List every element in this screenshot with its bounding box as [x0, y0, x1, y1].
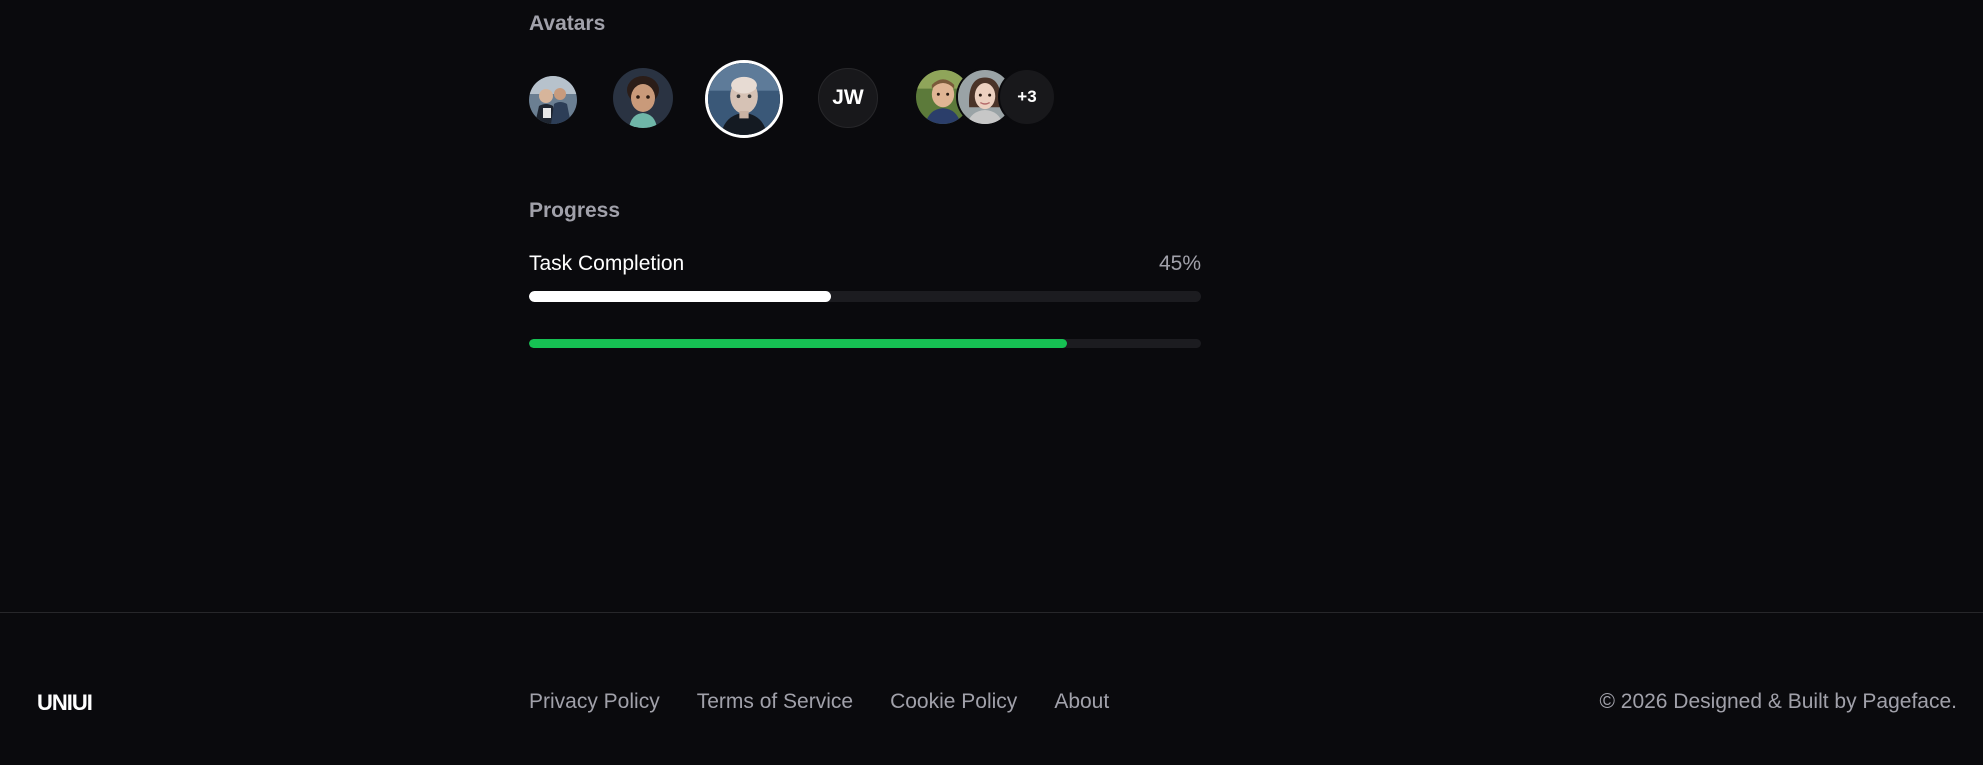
avatar-group[interactable]: +3 [914, 68, 1074, 128]
avatar-initials[interactable]: JW [818, 68, 878, 128]
footer-copyright: © 2026 Designed & Built by Pageface. [1599, 690, 1957, 713]
footer-link-privacy-policy[interactable]: Privacy Policy [529, 690, 660, 714]
progress-section-title: Progress [529, 199, 621, 222]
avatar-row: JW +3 [529, 60, 1201, 138]
task-completion-progress-fill [529, 291, 832, 302]
avatar-medium[interactable] [613, 68, 673, 128]
avatar-large-selected[interactable] [705, 60, 783, 138]
footer-links: Privacy Policy Terms of Service Cookie P… [529, 690, 1109, 714]
avatars-section-title: Avatars [529, 12, 606, 35]
footer-link-terms-of-service[interactable]: Terms of Service [697, 690, 853, 714]
task-completion-progress-bar [529, 291, 1201, 302]
footer-logo[interactable]: UNIUI [37, 690, 93, 716]
task-completion-label: Task Completion [529, 252, 685, 275]
avatar-small[interactable] [529, 76, 577, 124]
avatar-group-overflow-count[interactable]: +3 [998, 68, 1056, 126]
footer: UNIUI Privacy Policy Terms of Service Co… [0, 612, 1983, 765]
footer-link-about[interactable]: About [1054, 690, 1109, 714]
progress-label-row: Task Completion 45% [529, 252, 1201, 276]
secondary-progress-bar [529, 339, 1201, 348]
task-completion-value: 45% [1158, 252, 1201, 275]
footer-link-cookie-policy[interactable]: Cookie Policy [890, 690, 1017, 714]
page: Avatars JW +3 Progress Task Completion 4… [0, 0, 1983, 765]
secondary-progress-fill [529, 339, 1067, 348]
